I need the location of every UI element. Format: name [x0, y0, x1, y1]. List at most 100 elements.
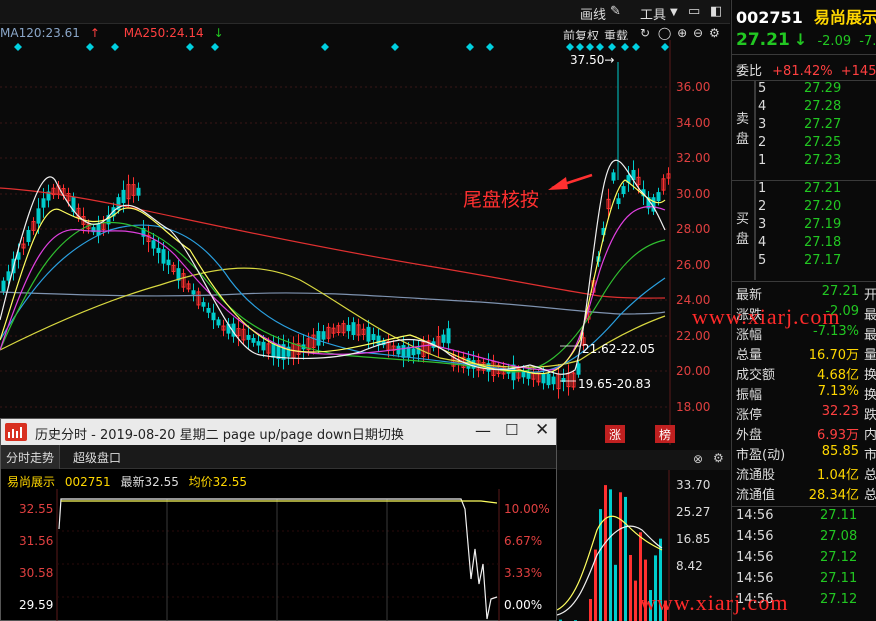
tab-pankou[interactable]: 超级盘口 — [73, 449, 121, 466]
layout-icon[interactable]: ▭ — [688, 4, 700, 19]
tick-price: 27.12 — [820, 550, 858, 565]
candle-body — [406, 346, 411, 358]
tab-fenshi[interactable]: 分时走势 — [1, 445, 61, 469]
price-tick: 26.00 — [676, 258, 711, 272]
zoom-out-icon[interactable]: ⊖ — [693, 26, 703, 40]
price-tick: 34.00 — [676, 116, 711, 130]
volume-bar — [629, 554, 632, 621]
zoom-in-icon[interactable]: ⊕ — [677, 26, 687, 40]
price-tick: 36.00 — [676, 80, 711, 94]
candle-body — [36, 208, 41, 224]
intraday-pct-tick: 6.67% — [504, 534, 543, 548]
book-level: 2 — [758, 135, 767, 150]
stat-row: 振幅 7.13% 换 — [736, 384, 876, 404]
stat-side-label: 换 — [863, 388, 876, 403]
price-change: -2.09 — [817, 34, 852, 49]
sell-label: 卖盘 — [736, 112, 750, 147]
kline-chart[interactable]: 37.50→ 21.62-22.05 19.65-20.83 尾盘核按 涨 榜 — [0, 40, 730, 445]
candle-body — [156, 247, 161, 253]
candle-body — [656, 192, 661, 202]
stat-side-label: 开 — [863, 288, 876, 303]
weibi-extra: +1455 — [840, 64, 876, 79]
pencil-icon[interactable]: ✎ — [610, 4, 621, 19]
stat-label: 市盈(动) — [736, 448, 786, 463]
stat-label: 流通值 — [736, 488, 776, 503]
intraday-price-tick: 32.55 — [19, 502, 54, 516]
chart-toolbar: 画线 ✎ 工具 ▼ ▭ ◧ — [0, 0, 730, 24]
book-price: 27.17 — [804, 253, 842, 268]
gear-icon[interactable]: ⚙ — [713, 451, 724, 465]
price-tick: 32.00 — [676, 151, 711, 165]
high-price-annotation: 37.50→ — [570, 53, 614, 67]
range-annotation-1: 21.62-22.05 — [582, 342, 655, 356]
stock-code: 002751 — [736, 8, 803, 27]
stat-side-label: 内 — [863, 428, 876, 443]
weibi-label: 委比 — [736, 64, 763, 79]
weibi-row: 委比 +81.42% +1455 — [736, 60, 876, 80]
sidebar-toggle-icon[interactable]: ◧ — [710, 4, 722, 19]
price-tick: 22.00 — [676, 329, 711, 343]
price-tick: 28.00 — [676, 222, 711, 236]
tick-time: 14:56 — [736, 529, 774, 544]
info-stock-name: 易尚展示 — [7, 475, 56, 489]
ma-legend: MA120:23.61 ↑ MA250:24.14 ↓ — [0, 26, 244, 40]
intraday-chart[interactable] — [1, 489, 556, 621]
buy-level-3: 3 27.19 — [758, 217, 876, 235]
volume-axis: 33.70 25.27 16.85 8.42 — [676, 472, 710, 580]
tick-row: 14:56 27.08 — [736, 529, 876, 549]
candle-body — [271, 342, 276, 358]
candle-body — [611, 172, 616, 181]
stock-header: 002751 易尚展示 — [736, 4, 876, 27]
volume-bar — [604, 485, 607, 621]
down-arrow-icon: ↓ — [213, 26, 224, 40]
window-titlebar[interactable]: 历史分时 - 2019-08-20 星期二 page up/page down日… — [1, 419, 556, 445]
book-price: 27.29 — [804, 81, 842, 96]
minimize-button[interactable]: — — [475, 421, 491, 440]
book-price: 27.27 — [804, 117, 842, 132]
stat-side-label: 市 — [863, 448, 876, 463]
stat-side-label: 总 — [863, 488, 876, 503]
tools-menu-button[interactable]: 工具 — [640, 4, 666, 23]
stat-row: 总量 16.70万量 — [736, 344, 876, 364]
candle-body — [526, 371, 531, 379]
circle-icon[interactable]: ◯ — [658, 26, 671, 40]
stat-side-label: 量 — [863, 348, 876, 363]
dropdown-arrow-icon[interactable]: ▼ — [670, 7, 678, 18]
sell-level-4: 4 27.28 — [758, 99, 876, 117]
candle-body — [161, 249, 166, 264]
price-header: 27.21 ↓ -2.09 -7. — [736, 30, 876, 50]
stat-side-label: 跌 — [863, 408, 876, 423]
book-level: 3 — [758, 217, 767, 232]
candle-body — [246, 334, 251, 340]
volume-bar — [634, 580, 637, 621]
candle-body — [396, 345, 401, 355]
candle-body — [316, 331, 321, 346]
buy-level-2: 2 27.20 — [758, 199, 876, 217]
price-tick: 30.00 — [676, 187, 711, 201]
sell-level-5: 5 27.29 — [758, 81, 876, 99]
tick-price: 27.08 — [820, 529, 858, 544]
maximize-button[interactable]: ☐ — [505, 421, 518, 439]
app-logo-icon — [5, 423, 27, 441]
stat-side-label: 总 — [863, 468, 876, 483]
tick-price: 27.11 — [820, 508, 858, 523]
stat-row: 流通股 1.04亿总 — [736, 464, 876, 484]
draw-line-button[interactable]: 画线 — [580, 4, 606, 23]
candle-body — [26, 229, 31, 243]
history-intraday-window[interactable]: 历史分时 - 2019-08-20 星期二 page up/page down日… — [0, 418, 557, 621]
price-change-pct: -7. — [859, 34, 876, 49]
gear-icon[interactable]: ⚙ — [709, 26, 720, 40]
stat-side-label: 最 — [863, 308, 876, 323]
tick-price: 27.11 — [820, 571, 858, 586]
close-button[interactable]: ✕ — [535, 420, 549, 440]
up-arrow-icon: ↑ — [89, 26, 100, 40]
close-icon[interactable]: ⊗ — [693, 452, 703, 466]
refresh-icon[interactable]: ↻ — [640, 26, 650, 40]
stat-value: 85.85 — [821, 444, 859, 459]
intraday-pct-tick: 10.00% — [504, 502, 550, 516]
info-latest-price: 最新32.55 — [120, 475, 179, 489]
stat-row: 涨停 32.23 跌 — [736, 404, 876, 424]
stat-value: 28.34亿 — [808, 488, 859, 503]
volume-tick: 25.27 — [676, 505, 711, 519]
intraday-price-tick: 30.58 — [19, 566, 54, 580]
